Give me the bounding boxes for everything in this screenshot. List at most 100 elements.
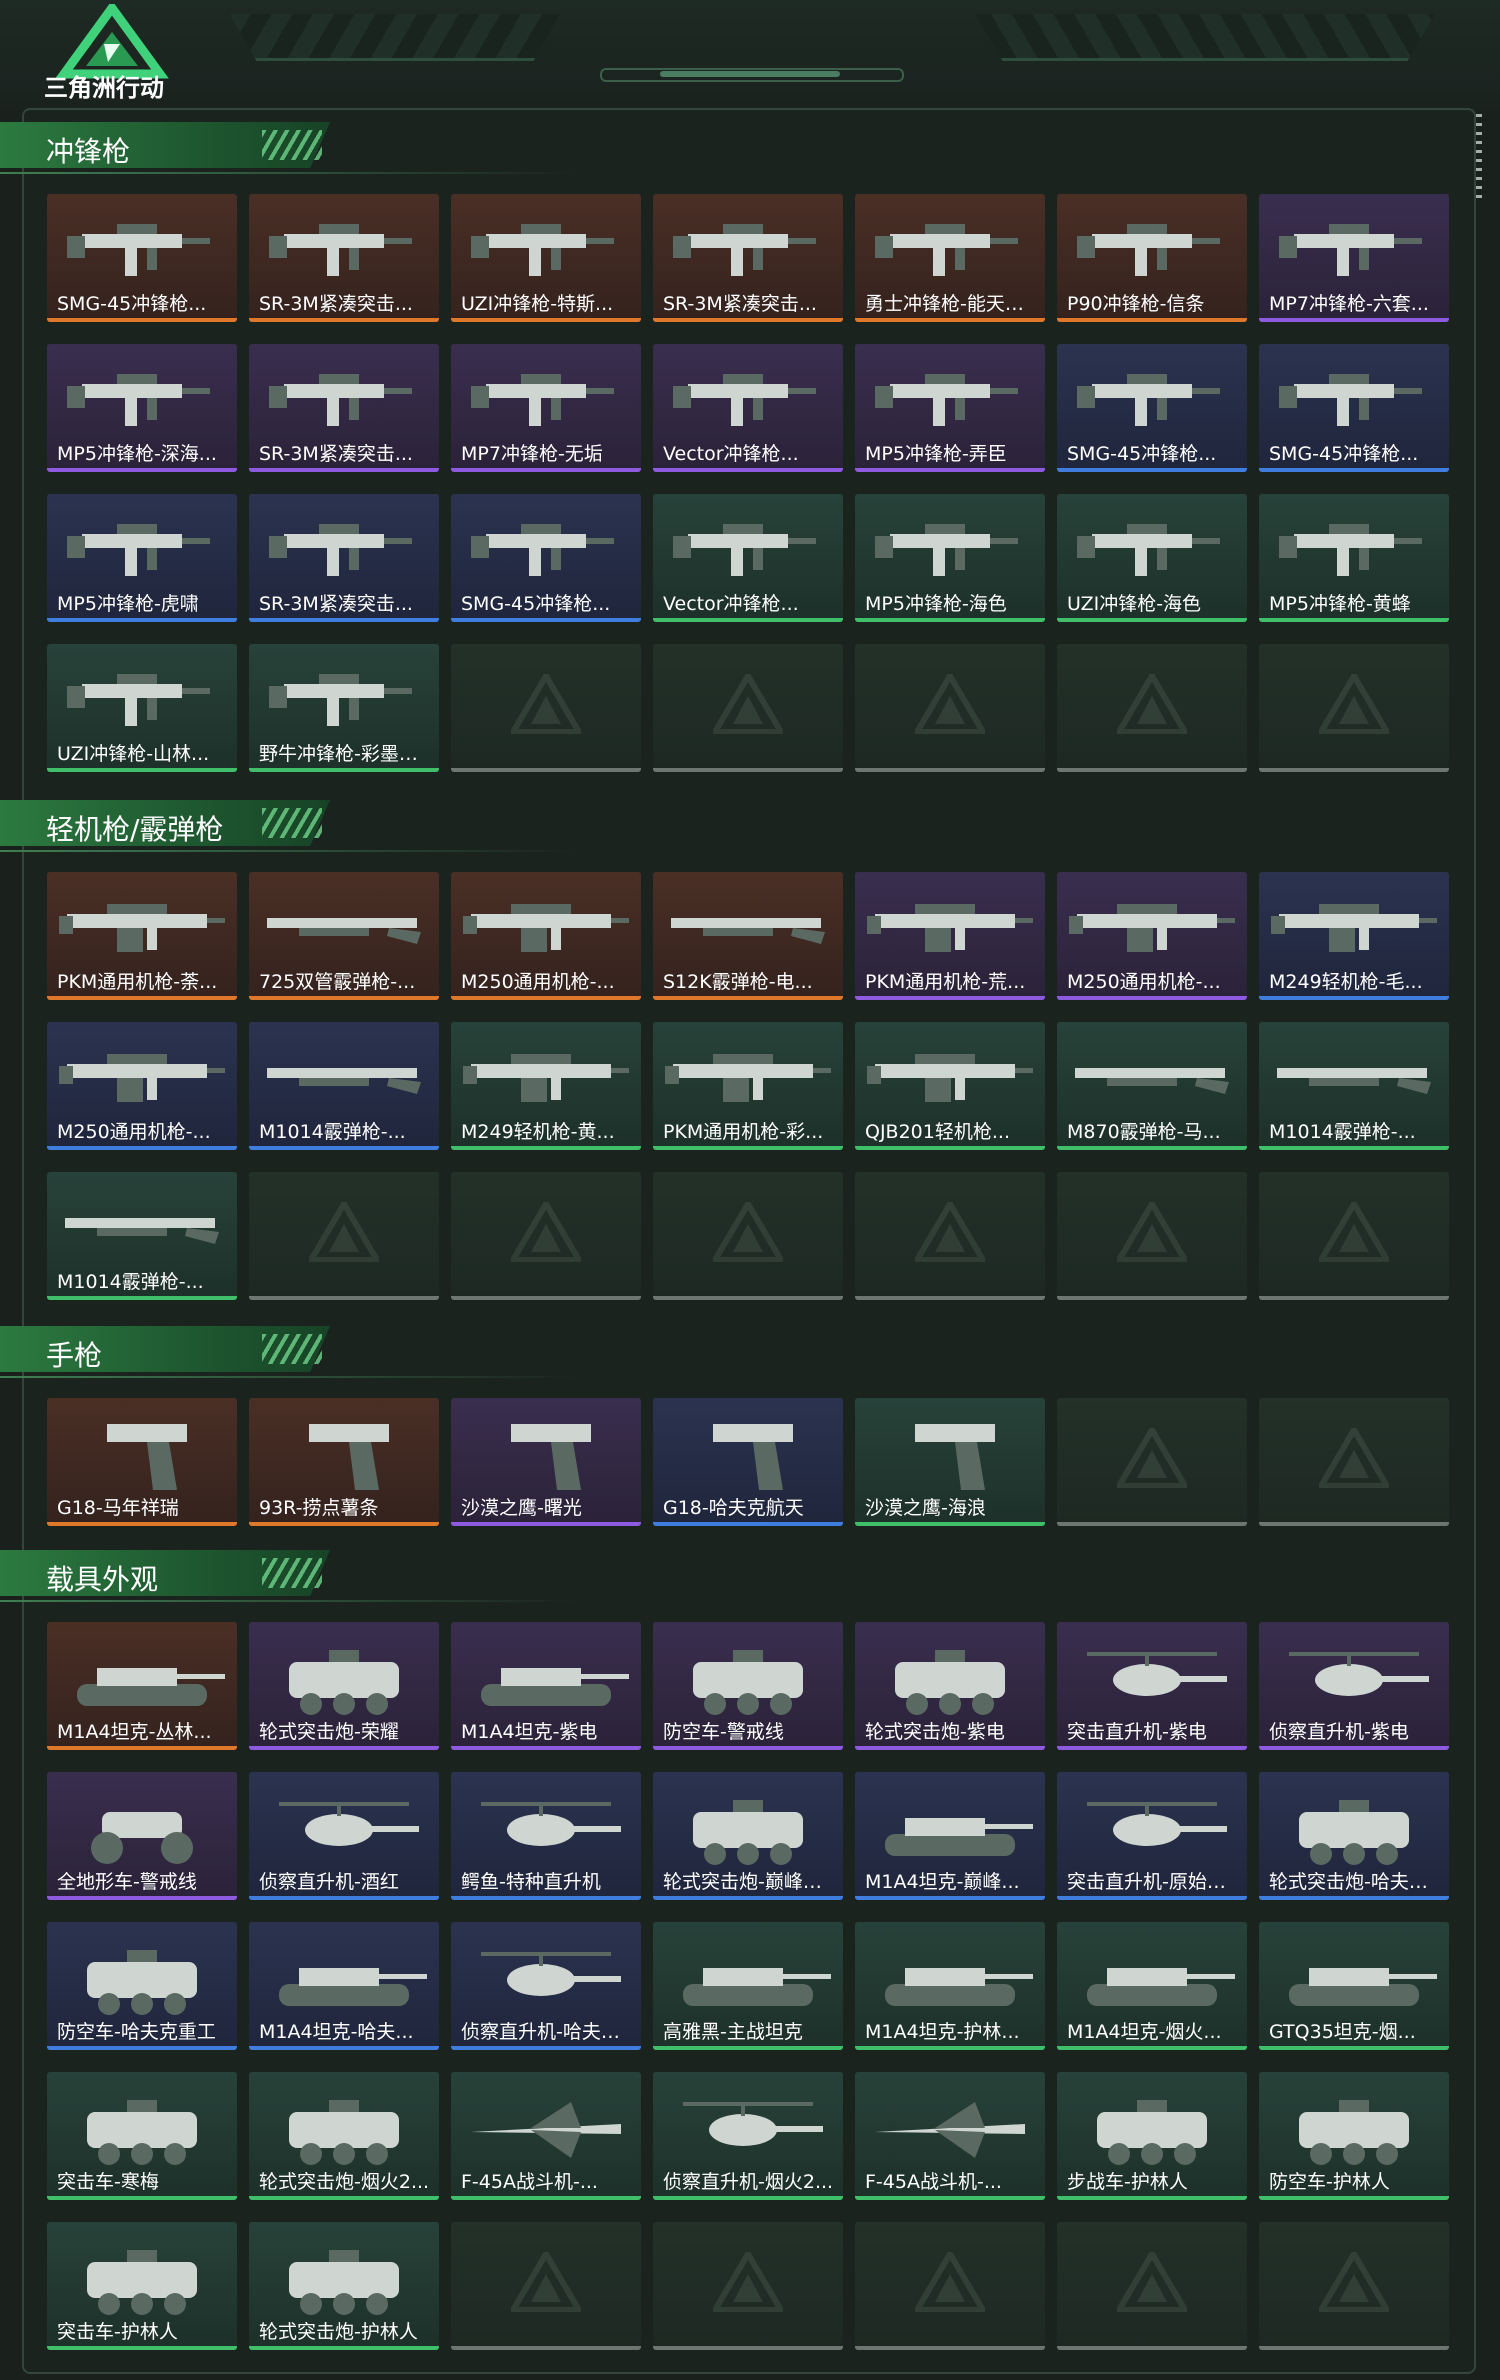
skin-card[interactable]: 防空车-护林人 — [1259, 2072, 1449, 2200]
skin-name: SMG-45冲锋枪... — [1269, 443, 1419, 465]
skin-card[interactable]: SR-3M紧凑突击... — [653, 194, 843, 322]
skin-card[interactable]: M250通用机枪-... — [1057, 872, 1247, 1000]
skin-card[interactable]: 突击直升机-原始伪... — [1057, 1772, 1247, 1900]
skin-card[interactable]: M1014霰弹枪-... — [249, 1022, 439, 1150]
empty-slot — [1057, 2222, 1247, 2350]
lmg-icon — [451, 872, 641, 982]
skin-card[interactable]: 侦察直升机-酒红 — [249, 1772, 439, 1900]
skin-card[interactable]: PKM通用机枪-荒... — [855, 872, 1045, 1000]
skin-card[interactable]: 轮式突击炮-护林人 — [249, 2222, 439, 2350]
lmg-icon — [855, 872, 1045, 982]
skin-card[interactable]: 鳄鱼-特种直升机 — [451, 1772, 641, 1900]
skin-card[interactable]: 勇士冲锋枪-能天使... — [855, 194, 1045, 322]
skin-name: Vector冲锋枪... — [663, 593, 799, 615]
skin-card[interactable]: SR-3M紧凑突击... — [249, 194, 439, 322]
skin-card[interactable]: SMG-45冲锋枪... — [1057, 344, 1247, 472]
rarity-bar — [47, 1522, 237, 1526]
skin-card[interactable]: F-45A战斗机-... — [855, 2072, 1045, 2200]
skin-card[interactable]: MP5冲锋枪-弄臣 — [855, 344, 1045, 472]
skin-card[interactable]: 93R-捞点薯条 — [249, 1398, 439, 1526]
skin-card[interactable]: SMG-45冲锋枪... — [1259, 344, 1449, 472]
skin-card[interactable]: UZI冲锋枪-海色 — [1057, 494, 1247, 622]
rarity-bar — [653, 1296, 843, 1300]
skin-card[interactable]: PKM通用机枪-彩... — [653, 1022, 843, 1150]
skin-card[interactable]: SR-3M紧凑突击... — [249, 494, 439, 622]
skin-card[interactable]: GTQ35坦克-烟... — [1259, 1922, 1449, 2050]
skin-card[interactable]: M870霰弹枪-马... — [1057, 1022, 1247, 1150]
skin-card[interactable]: 轮式突击炮-巅峰竞... — [653, 1772, 843, 1900]
skin-card[interactable]: MP7冲锋枪-无垢 — [451, 344, 641, 472]
skin-card[interactable]: MP5冲锋枪-深海... — [47, 344, 237, 472]
skin-card[interactable]: MP7冲锋枪-六套... — [1259, 194, 1449, 322]
smg-icon — [1259, 494, 1449, 604]
skin-card[interactable]: M249轻机枪-黄... — [451, 1022, 641, 1150]
placeholder-logo-icon — [1117, 1202, 1187, 1262]
skin-card[interactable]: 轮式突击炮-紫电 — [855, 1622, 1045, 1750]
skin-card[interactable]: 轮式突击炮-哈夫克... — [1259, 1772, 1449, 1900]
skin-card[interactable]: P90冲锋枪-信条 — [1057, 194, 1247, 322]
skin-card[interactable]: 沙漠之鹰-海浪 — [855, 1398, 1045, 1526]
skin-card[interactable]: 轮式突击炮-荣耀 — [249, 1622, 439, 1750]
skin-card[interactable]: MP5冲锋枪-黄蜂 — [1259, 494, 1449, 622]
skin-card[interactable]: M1A4坦克-哈夫... — [249, 1922, 439, 2050]
skin-name: SMG-45冲锋枪... — [1067, 443, 1217, 465]
rarity-bar — [1057, 1746, 1247, 1750]
skin-name: MP7冲锋枪-六套... — [1269, 293, 1429, 315]
skin-card[interactable]: 防空车-哈夫克重工 — [47, 1922, 237, 2050]
skin-card[interactable]: M1A4坦克-巅峰... — [855, 1772, 1045, 1900]
skin-name: 轮式突击炮-护林人 — [259, 2321, 418, 2343]
skin-card[interactable]: M1A4坦克-丛林... — [47, 1622, 237, 1750]
skin-card[interactable]: G18-哈夫克航天 — [653, 1398, 843, 1526]
skin-card[interactable]: QJB201轻机枪... — [855, 1022, 1045, 1150]
skin-card[interactable]: 沙漠之鹰-曙光 — [451, 1398, 641, 1526]
skin-card[interactable]: 侦察直升机-紫电 — [1259, 1622, 1449, 1750]
skin-card[interactable]: M250通用机枪-... — [47, 1022, 237, 1150]
skin-name: SR-3M紧凑突击... — [259, 293, 413, 315]
skin-card[interactable]: M1A4坦克-护林... — [855, 1922, 1045, 2050]
skin-card[interactable]: M1014霰弹枪-... — [1259, 1022, 1449, 1150]
skin-card[interactable]: F-45A战斗机-... — [451, 2072, 641, 2200]
skin-card[interactable]: M250通用机枪-... — [451, 872, 641, 1000]
skin-card[interactable]: M1A4坦克-烟火... — [1057, 1922, 1247, 2050]
rarity-bar — [653, 1146, 843, 1150]
skin-card[interactable]: UZI冲锋枪-特斯... — [451, 194, 641, 322]
skin-card[interactable]: 轮式突击炮-烟火2... — [249, 2072, 439, 2200]
skin-card[interactable]: Vector冲锋枪... — [653, 494, 843, 622]
skin-card[interactable]: 野牛冲锋枪-彩墨喷... — [249, 644, 439, 772]
skin-card[interactable]: 防空车-警戒线 — [653, 1622, 843, 1750]
section-title: 载具外观 — [46, 1563, 159, 1596]
smg-icon — [249, 644, 439, 754]
scrollbar[interactable] — [1476, 114, 1482, 204]
skin-card[interactable]: SR-3M紧凑突击... — [249, 344, 439, 472]
skin-card[interactable]: PKM通用机枪-荼... — [47, 872, 237, 1000]
skin-card[interactable]: 突击车-寒梅 — [47, 2072, 237, 2200]
rarity-bar — [47, 1896, 237, 1900]
skin-card[interactable]: 步战车-护林人 — [1057, 2072, 1247, 2200]
skin-card[interactable]: 725双管霰弹枪-... — [249, 872, 439, 1000]
skin-card[interactable]: MP5冲锋枪-海色 — [855, 494, 1045, 622]
skin-card[interactable]: 突击直升机-紫电 — [1057, 1622, 1247, 1750]
rarity-bar — [249, 1146, 439, 1150]
skin-card[interactable]: M1014霰弹枪-... — [47, 1172, 237, 1300]
skin-card[interactable]: Vector冲锋枪... — [653, 344, 843, 472]
skin-card[interactable]: SMG-45冲锋枪... — [451, 494, 641, 622]
skin-card[interactable]: 突击车-护林人 — [47, 2222, 237, 2350]
skin-card[interactable]: 侦察直升机-烟火2... — [653, 2072, 843, 2200]
smg-icon — [47, 194, 237, 304]
tank-icon — [855, 1772, 1045, 1882]
smg-icon — [47, 344, 237, 454]
skin-card[interactable]: S12K霰弹枪-电... — [653, 872, 843, 1000]
skin-card[interactable]: MP5冲锋枪-虎啸 — [47, 494, 237, 622]
skin-card[interactable]: M249轻机枪-毛... — [1259, 872, 1449, 1000]
skin-card[interactable]: 侦察直升机-哈夫克... — [451, 1922, 641, 2050]
rarity-bar — [855, 1146, 1045, 1150]
smg-icon — [47, 494, 237, 604]
skin-card[interactable]: G18-马年祥瑞 — [47, 1398, 237, 1526]
skin-card[interactable]: UZI冲锋枪-山林... — [47, 644, 237, 772]
skin-card[interactable]: 全地形车-警戒线 — [47, 1772, 237, 1900]
skin-card[interactable]: SMG-45冲锋枪... — [47, 194, 237, 322]
skin-card[interactable]: 高雅黑-主战坦克 — [653, 1922, 843, 2050]
rarity-bar — [249, 468, 439, 472]
skin-card[interactable]: M1A4坦克-紫电 — [451, 1622, 641, 1750]
rarity-bar — [1057, 2046, 1247, 2050]
